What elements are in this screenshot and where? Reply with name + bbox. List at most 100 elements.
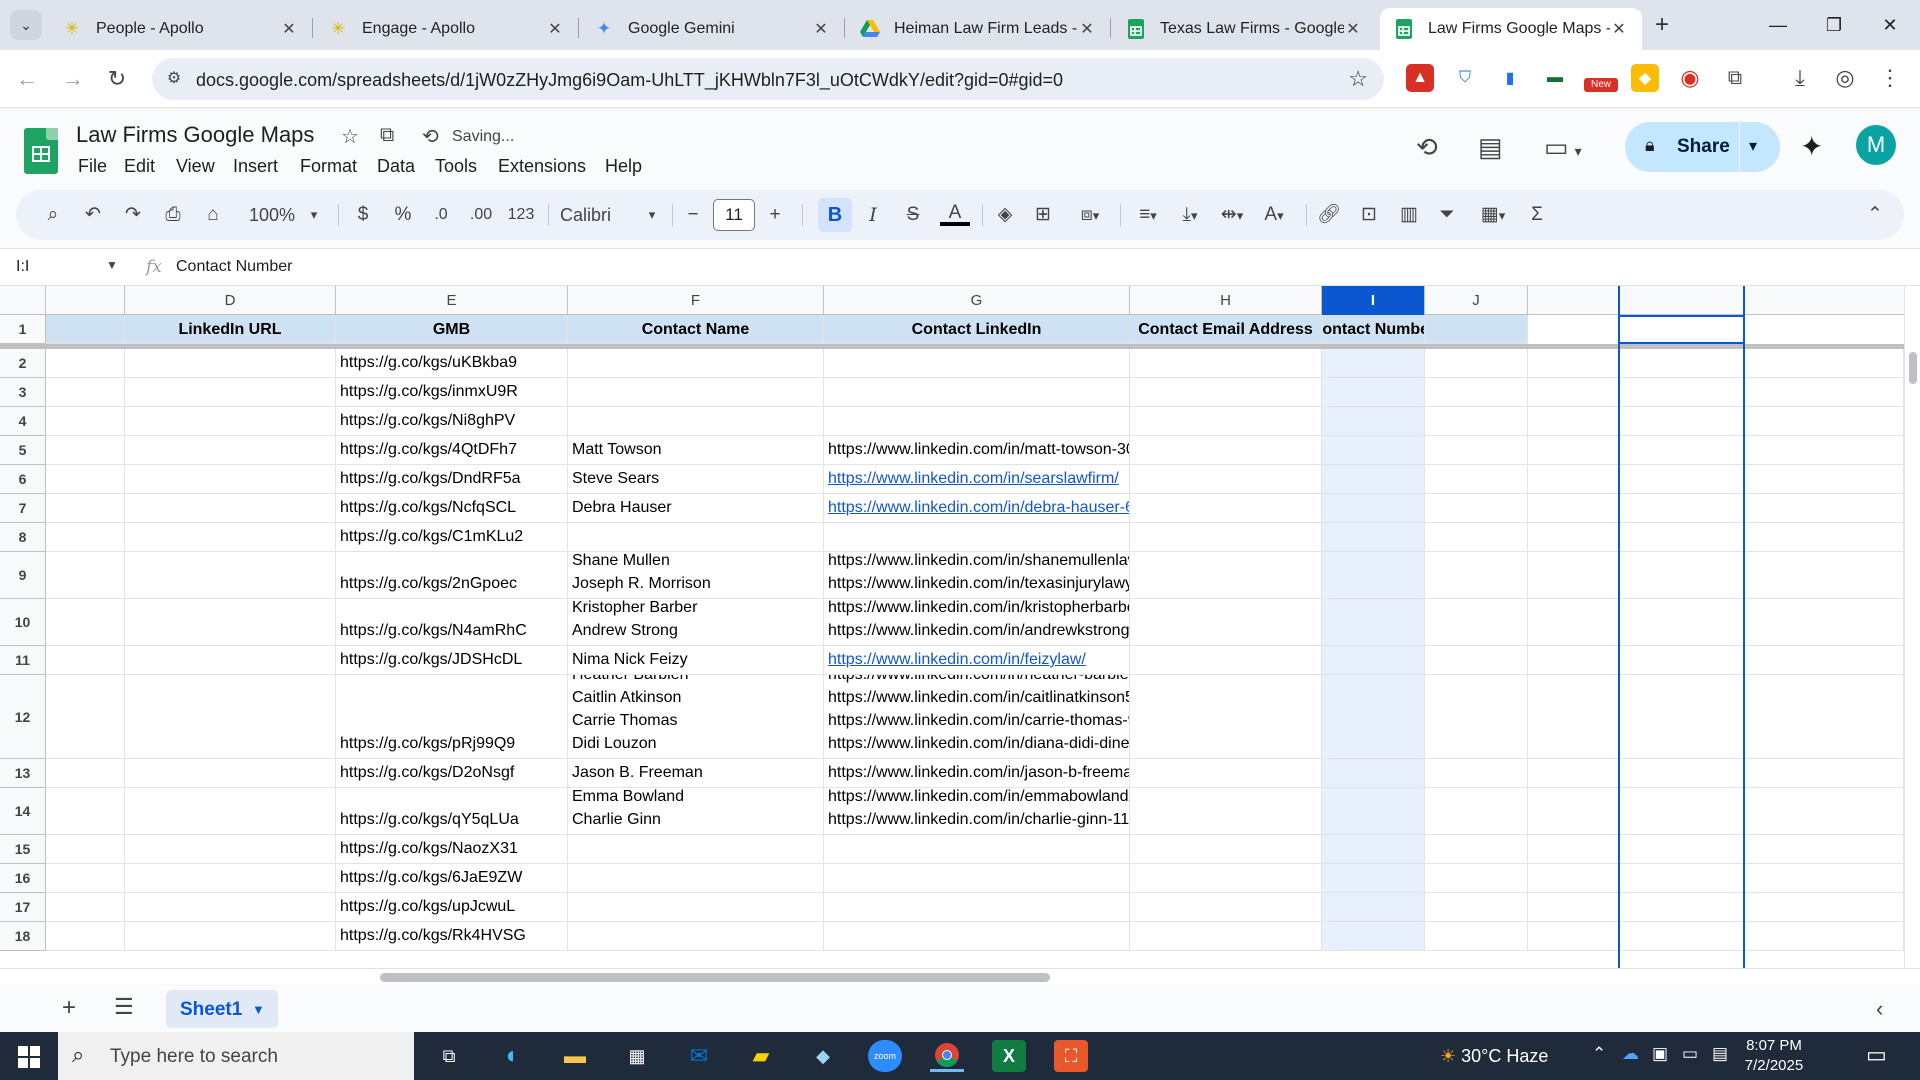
currency-format-button[interactable]: $ (350, 202, 376, 228)
cell[interactable] (1528, 835, 1904, 864)
sticky-notes-icon[interactable]: ▰ (744, 1040, 778, 1072)
onedrive-cloud-icon[interactable]: ☁ (1622, 1044, 1639, 1064)
formula-input[interactable]: Contact Number (176, 258, 293, 276)
cell-contact-number[interactable] (1322, 922, 1425, 951)
notifications-icon[interactable]: ▭ (1866, 1042, 1887, 1068)
cell-contact-name[interactable] (568, 922, 824, 951)
cell[interactable] (1425, 599, 1528, 646)
cell[interactable] (1528, 407, 1904, 436)
header-cell-h[interactable]: Contact Email Address (1130, 315, 1322, 344)
cell-contact-number[interactable] (1322, 864, 1425, 893)
sheet-tab-sheet1[interactable]: Sheet1 ▼ (166, 990, 278, 1028)
cell-contact-email[interactable] (1130, 788, 1322, 835)
row-header[interactable]: 15 (0, 835, 46, 864)
cell-contact-number[interactable] (1322, 465, 1425, 494)
tab-search-button[interactable]: ⌄ (10, 10, 42, 40)
increase-font-size-icon[interactable]: + (764, 202, 786, 228)
row-header[interactable]: 18 (0, 922, 46, 951)
row-header[interactable]: 4 (0, 407, 46, 436)
puzzle-extension-icon[interactable]: ◆ (1631, 64, 1659, 92)
cell-linkedin-url[interactable] (125, 788, 336, 835)
cell-contact-email[interactable] (1130, 599, 1322, 646)
cell-contact-email[interactable] (1130, 864, 1322, 893)
insert-chart-icon[interactable]: ▥ (1396, 202, 1422, 228)
cell-linkedin-url[interactable] (125, 552, 336, 599)
cell-contact-number[interactable] (1322, 494, 1425, 523)
xampp-icon[interactable]: ⛶ (1054, 1040, 1088, 1072)
cell-contact-name[interactable]: Emma Bowland Charlie Ginn (568, 788, 824, 835)
reload-button[interactable]: ↻ (102, 64, 132, 94)
cell-contact-number[interactable] (1322, 407, 1425, 436)
cell-contact-email[interactable] (1130, 378, 1322, 407)
cell[interactable] (1425, 407, 1528, 436)
cell[interactable] (46, 523, 125, 552)
cell-gmb[interactable]: https://g.co/kgs/2nGpoec (336, 552, 568, 599)
cell-gmb[interactable]: https://g.co/kgs/6JaE9ZW (336, 864, 568, 893)
cell-contact-number[interactable] (1322, 599, 1425, 646)
decrease-font-size-icon[interactable]: − (682, 202, 704, 228)
cell-linkedin-url[interactable] (125, 523, 336, 552)
mail-icon[interactable]: ✉ (682, 1040, 716, 1072)
cell-contact-name[interactable]: Heather Barbieri Caitlin Atkinson Carrie T… (568, 675, 824, 759)
microsoft-store-icon[interactable]: ▦ (620, 1040, 654, 1072)
column-header-e[interactable]: E (336, 286, 568, 315)
cell-gmb[interactable]: https://g.co/kgs/NcfqSCL (336, 494, 568, 523)
taskbar-search[interactable]: ⌕ Type here to search (58, 1032, 414, 1080)
cell-contact-email[interactable] (1130, 523, 1322, 552)
cell-contact-linkedin[interactable] (824, 349, 1130, 378)
cell[interactable] (46, 436, 125, 465)
side-panel-toggle-icon[interactable]: ‹ (1876, 996, 1883, 1022)
cell[interactable] (46, 893, 125, 922)
cell-contact-name[interactable]: Matt Towson (568, 436, 824, 465)
cell-contact-name[interactable] (568, 349, 824, 378)
header-cell-d[interactable]: LinkedIn URL (125, 315, 336, 344)
pdf-extension-icon[interactable]: ▲ (1406, 64, 1434, 92)
row-header[interactable]: 2 (0, 349, 46, 378)
chevron-down-icon[interactable]: ▾ (306, 202, 322, 228)
cell[interactable] (1425, 675, 1528, 759)
row-header[interactable]: 1 (0, 315, 46, 344)
cell[interactable] (1528, 759, 1904, 788)
site-info-icon[interactable]: ⚙ (162, 68, 186, 90)
cell-linkedin-url[interactable] (125, 407, 336, 436)
filter-views-icon[interactable]: ▦▾ (1472, 202, 1514, 228)
cell-contact-email[interactable] (1130, 675, 1322, 759)
header-cell-i[interactable]: Contact Number (1322, 315, 1425, 344)
horizontal-scrollbar[interactable] (0, 968, 1920, 984)
cell-contact-name[interactable]: Jason B. Freeman (568, 759, 824, 788)
close-tab-icon[interactable]: ✕ (812, 19, 830, 39)
increase-decimal-button[interactable]: .00 (464, 202, 498, 228)
cell[interactable] (1425, 893, 1528, 922)
row-header[interactable]: 12 (0, 675, 46, 759)
cell[interactable] (1528, 552, 1904, 599)
cell[interactable] (46, 599, 125, 646)
cell[interactable] (46, 349, 125, 378)
meet-now-icon[interactable]: ▣ (1652, 1044, 1668, 1064)
row-header[interactable]: 17 (0, 893, 46, 922)
show-hidden-icons-icon[interactable]: ⌃ (1592, 1044, 1606, 1064)
filter-icon[interactable]: ⏷ (1434, 202, 1460, 228)
cell-contact-linkedin[interactable] (824, 378, 1130, 407)
horizontal-scroll-thumb[interactable] (380, 973, 1050, 982)
cell[interactable] (46, 835, 125, 864)
cell-contact-number[interactable] (1322, 835, 1425, 864)
cell-contact-name[interactable] (568, 407, 824, 436)
cell-gmb[interactable]: https://g.co/kgs/DndRF5a (336, 465, 568, 494)
extensions-puzzle-icon[interactable]: ⧉ (1721, 64, 1749, 92)
move-folder-icon[interactable]: ⧉ (380, 124, 394, 147)
percent-format-button[interactable]: % (390, 202, 416, 228)
cell[interactable] (1528, 646, 1904, 675)
row-header[interactable]: 3 (0, 378, 46, 407)
cell[interactable] (46, 675, 125, 759)
cell[interactable] (46, 788, 125, 835)
meet-video-icon[interactable]: ▭ ▾ (1544, 132, 1582, 163)
cell[interactable] (1425, 552, 1528, 599)
cell-linkedin-url[interactable] (125, 893, 336, 922)
cell-contact-linkedin[interactable] (824, 922, 1130, 951)
search-menus-icon[interactable]: ⌕ (40, 202, 66, 228)
column-header-i[interactable]: I (1322, 286, 1425, 315)
cell-linkedin-url[interactable] (125, 465, 336, 494)
close-tab-icon[interactable]: ✕ (280, 19, 298, 39)
header-cell-e[interactable]: GMB (336, 315, 568, 344)
back-button[interactable]: ← (12, 64, 42, 94)
